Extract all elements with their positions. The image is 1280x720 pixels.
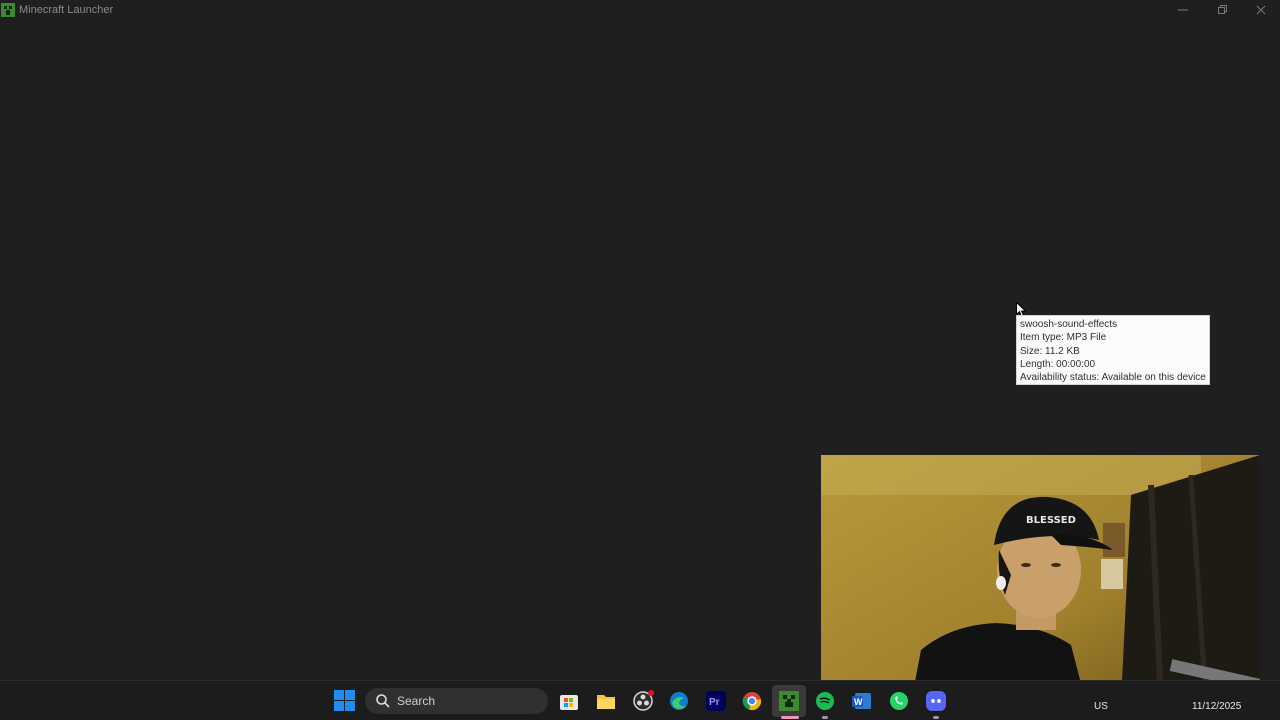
minimize-icon <box>1177 9 1188 11</box>
obs-icon[interactable] <box>631 689 655 713</box>
svg-text:Pr: Pr <box>709 697 720 708</box>
tooltip-availability: Availability status: Available on this d… <box>1020 372 1206 384</box>
maximize-button[interactable] <box>1202 0 1241 20</box>
search-icon <box>376 694 390 708</box>
discord-icon[interactable] <box>924 689 948 713</box>
svg-text:W: W <box>854 697 863 707</box>
window-controls <box>1163 0 1280 20</box>
whatsapp-icon[interactable] <box>887 689 911 713</box>
windows-start-icon[interactable] <box>334 690 355 711</box>
window-title: Minecraft Launcher <box>19 4 114 16</box>
spotify-icon[interactable] <box>813 689 837 713</box>
active-app-indicator <box>781 716 799 719</box>
close-icon <box>1256 5 1265 15</box>
tooltip-length: Length: 00:00:00 <box>1020 358 1096 370</box>
spotify-indicator <box>822 716 828 719</box>
svg-text:BLESSED: BLESSED <box>1026 515 1076 526</box>
word-icon[interactable]: W <box>850 689 874 713</box>
chrome-icon[interactable] <box>740 689 764 713</box>
tooltip-file-name: swoosh-sound-effects <box>1020 319 1118 330</box>
discord-indicator <box>933 716 939 719</box>
minecraft-icon <box>1 3 15 17</box>
minecraft-launcher-icon[interactable] <box>777 689 801 713</box>
file-explorer-icon[interactable] <box>594 689 618 713</box>
webcam-person-image: BLESSED <box>821 455 1260 703</box>
webcam-overlay: BLESSED <box>821 455 1260 703</box>
close-button[interactable] <box>1241 0 1280 20</box>
taskbar: Search Pr W US 11/12/2025 <box>0 680 1280 720</box>
maximize-icon <box>1217 5 1227 14</box>
minimize-button[interactable] <box>1163 0 1202 20</box>
tray-date[interactable]: 11/12/2025 <box>1192 701 1241 712</box>
search-label: Search <box>397 694 436 708</box>
microsoft-store-icon[interactable] <box>557 689 581 713</box>
tooltip-size: Size: 11.2 KB <box>1020 345 1080 357</box>
file-info-tooltip: swoosh-sound-effects Item type: MP3 File… <box>1016 315 1210 385</box>
premiere-pro-icon[interactable]: Pr <box>704 689 728 713</box>
taskbar-search[interactable]: Search <box>365 688 548 714</box>
window-titlebar[interactable]: Minecraft Launcher <box>0 0 1280 20</box>
edge-icon[interactable] <box>667 689 691 713</box>
language-indicator[interactable]: US <box>1094 701 1108 712</box>
tooltip-item-type: Item type: MP3 File <box>1020 332 1107 344</box>
desktop-screen: Minecraft Launcher swoosh-sound-effects … <box>0 0 1280 720</box>
